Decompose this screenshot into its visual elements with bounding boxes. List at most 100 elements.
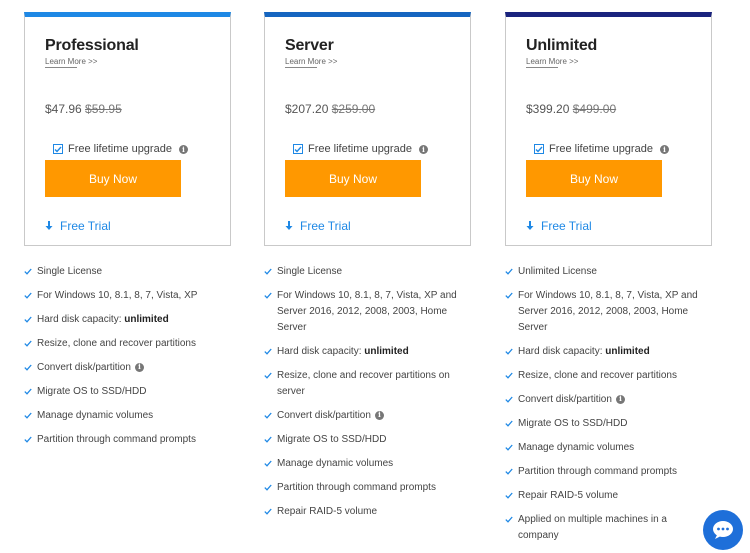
learn-more-link[interactable]: Learn More >>	[526, 57, 578, 68]
learn-more-link[interactable]: Learn More >>	[285, 57, 337, 68]
feature-item: Repair RAID-5 volume	[264, 504, 469, 520]
free-trial-link[interactable]: Free Trial	[285, 219, 351, 233]
check-icon	[505, 372, 513, 379]
download-arrow-icon	[526, 221, 534, 230]
check-icon	[505, 292, 513, 299]
feature-value: unlimited	[124, 314, 169, 325]
check-icon	[505, 492, 513, 499]
lifetime-upgrade-option[interactable]: Free lifetime upgrade i	[293, 142, 428, 156]
feature-item: Repair RAID-5 volume	[505, 488, 710, 504]
learn-more-link[interactable]: Learn More >>	[45, 57, 97, 68]
checkbox-checked-icon[interactable]	[534, 144, 544, 154]
plan-title: Professional	[45, 37, 139, 54]
feature-item: Convert disk/partition i	[264, 408, 469, 424]
check-icon	[505, 396, 513, 403]
check-icon	[264, 348, 272, 355]
check-icon	[24, 412, 32, 419]
feature-text: Manage dynamic volumes	[518, 442, 635, 453]
price-row: $207.20 $259.00	[285, 102, 375, 116]
live-chat-button[interactable]	[703, 510, 743, 550]
info-icon[interactable]: i	[659, 144, 669, 154]
check-icon	[264, 372, 272, 379]
feature-text: Resize, clone and recover partitions on …	[277, 370, 450, 397]
feature-item: Applied on multiple machines in a compan…	[505, 512, 710, 544]
check-icon	[505, 420, 513, 427]
upgrade-label: Free lifetime upgrade	[549, 143, 653, 155]
download-arrow-icon	[45, 221, 53, 230]
feature-item: Hard disk capacity: unlimited	[24, 312, 229, 328]
check-icon	[264, 412, 272, 419]
feature-item: Migrate OS to SSD/HDD	[24, 384, 229, 400]
feature-item: For Windows 10, 8.1, 8, 7, Vista, XP and…	[264, 288, 469, 336]
feature-text: Repair RAID-5 volume	[277, 506, 378, 517]
feature-text: Hard disk capacity:	[37, 314, 125, 325]
feature-item: Unlimited License	[505, 264, 710, 280]
feature-text: Resize, clone and recover partitions	[518, 370, 677, 381]
feature-item: Hard disk capacity: unlimited	[505, 344, 710, 360]
chat-bubble-icon	[713, 521, 733, 539]
check-icon	[505, 516, 513, 523]
feature-value: unlimited	[364, 346, 409, 357]
feature-text: For Windows 10, 8.1, 8, 7, Vista, XP and…	[277, 290, 457, 333]
feature-item: Manage dynamic volumes	[24, 408, 229, 424]
feature-item: Single License	[264, 264, 469, 280]
feature-text: Single License	[277, 266, 343, 277]
check-icon	[24, 388, 32, 395]
check-icon	[24, 364, 32, 371]
buy-now-button[interactable]: Buy Now	[285, 160, 421, 197]
price-row: $47.96 $59.95	[45, 102, 122, 116]
feature-text: Migrate OS to SSD/HDD	[37, 386, 147, 397]
feature-text: Manage dynamic volumes	[277, 458, 394, 469]
upgrade-label: Free lifetime upgrade	[308, 143, 412, 155]
checkbox-checked-icon[interactable]	[53, 144, 63, 154]
info-icon[interactable]: i	[178, 144, 188, 154]
feature-text: Single License	[37, 266, 103, 277]
feature-text: Convert disk/partition	[37, 362, 131, 373]
free-trial-link[interactable]: Free Trial	[526, 219, 592, 233]
feature-item: Partition through command prompts	[24, 432, 229, 448]
feature-item: Resize, clone and recover partitions on …	[264, 368, 469, 400]
info-icon[interactable]: i	[374, 410, 384, 420]
feature-item: Migrate OS to SSD/HDD	[505, 416, 710, 432]
feature-text: Applied on multiple machines in a compan…	[518, 514, 667, 541]
lifetime-upgrade-option[interactable]: Free lifetime upgrade i	[534, 142, 669, 156]
check-icon	[264, 436, 272, 443]
feature-text: Partition through command prompts	[277, 482, 436, 493]
info-icon[interactable]: i	[615, 394, 625, 404]
feature-text: For Windows 10, 8.1, 8, 7, Vista, XP and…	[518, 290, 698, 333]
feature-item: Manage dynamic volumes	[264, 456, 469, 472]
original-price: $259.00	[331, 102, 376, 116]
feature-list-server: Single License For Windows 10, 8.1, 8, 7,…	[264, 264, 469, 528]
plan-card-server: Server Learn More >> $207.20 $259.00 Fre…	[264, 12, 471, 246]
checkbox-checked-icon[interactable]	[293, 144, 303, 154]
buy-now-button[interactable]: Buy Now	[526, 160, 662, 197]
check-icon	[264, 508, 272, 515]
lifetime-upgrade-option[interactable]: Free lifetime upgrade i	[53, 142, 188, 156]
check-icon	[24, 340, 32, 347]
check-icon	[505, 468, 513, 475]
feature-item: Resize, clone and recover partitions	[24, 336, 229, 352]
feature-text: Hard disk capacity:	[518, 346, 606, 357]
feature-item: Resize, clone and recover partitions	[505, 368, 710, 384]
feature-item: For Windows 10, 8.1, 8, 7, Vista, XP	[24, 288, 229, 304]
feature-text: Partition through command prompts	[37, 434, 196, 445]
check-icon	[505, 268, 513, 275]
feature-item: Hard disk capacity: unlimited	[264, 344, 469, 360]
info-icon[interactable]: i	[418, 144, 428, 154]
feature-item: Partition through command prompts	[505, 464, 710, 480]
feature-item: For Windows 10, 8.1, 8, 7, Vista, XP and…	[505, 288, 710, 336]
info-icon[interactable]: i	[134, 362, 144, 372]
original-price: $499.00	[572, 102, 617, 116]
feature-text: Repair RAID-5 volume	[518, 490, 619, 501]
buy-now-button[interactable]: Buy Now	[45, 160, 181, 197]
feature-text: Resize, clone and recover partitions	[37, 338, 196, 349]
feature-item: Manage dynamic volumes	[505, 440, 710, 456]
plan-title: Server	[285, 37, 334, 54]
free-trial-link[interactable]: Free Trial	[45, 219, 111, 233]
feature-text: Migrate OS to SSD/HDD	[277, 434, 387, 445]
upgrade-label: Free lifetime upgrade	[68, 143, 172, 155]
free-trial-label: Free Trial	[60, 219, 111, 233]
feature-text: Convert disk/partition	[277, 410, 371, 421]
check-icon	[264, 292, 272, 299]
plan-card-professional: Professional Learn More >> $47.96 $59.95…	[24, 12, 231, 246]
